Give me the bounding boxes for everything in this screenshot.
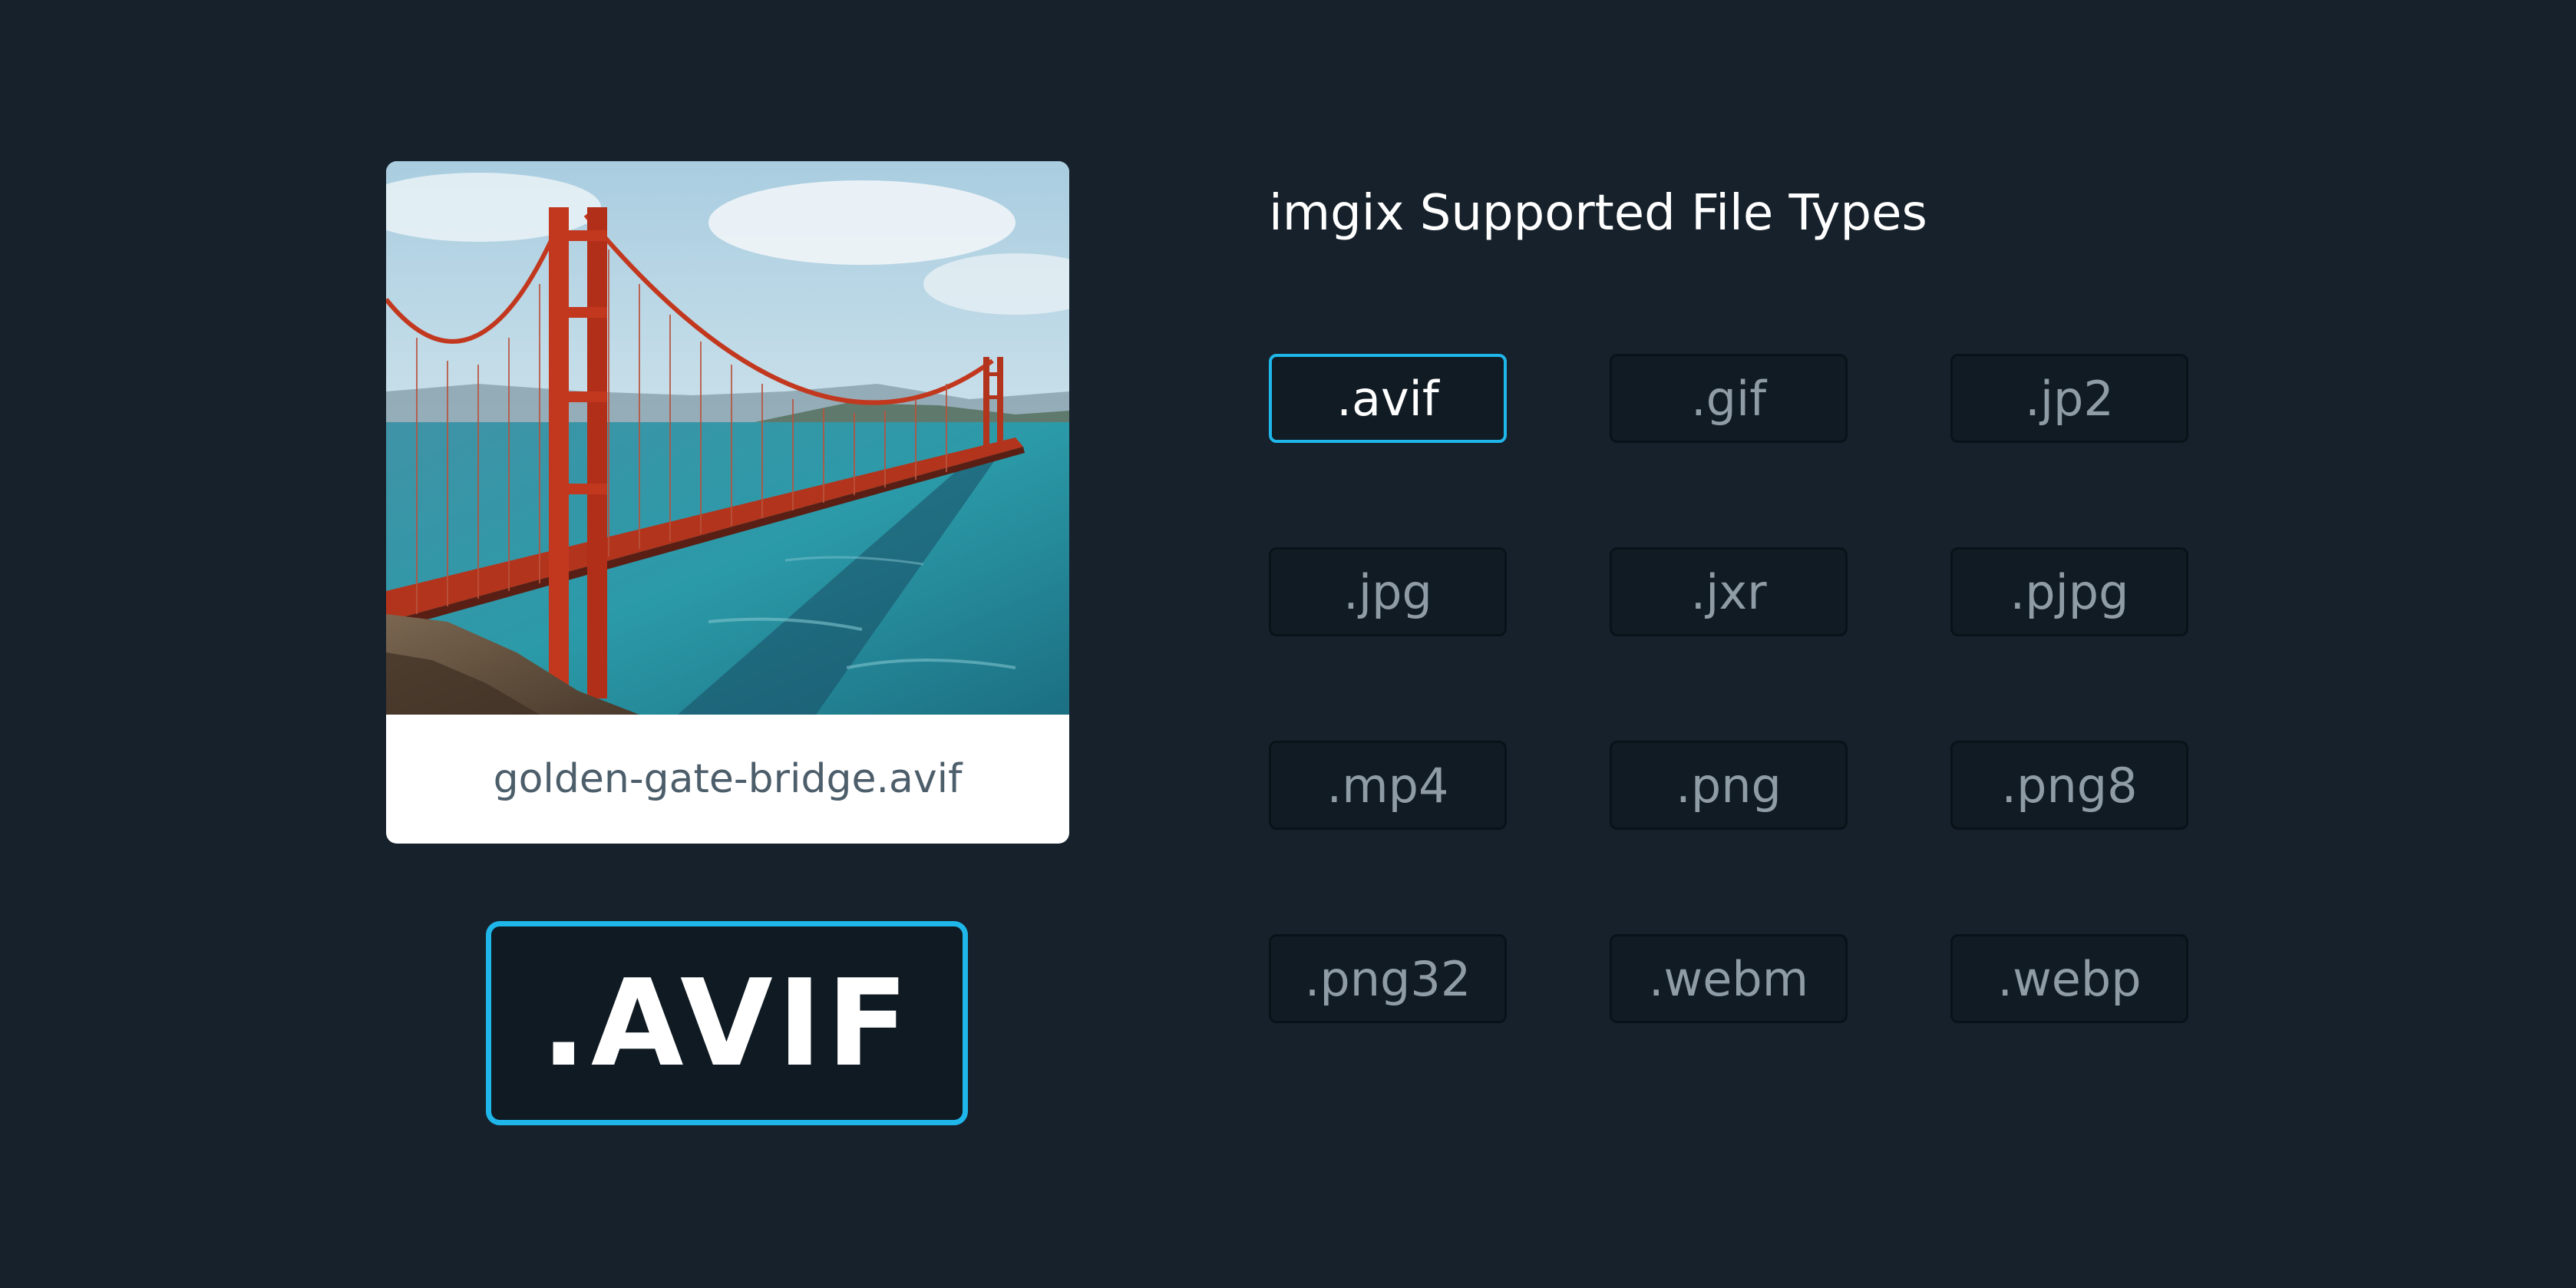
file-type-option-webm[interactable]: .webm	[1610, 934, 1848, 1023]
image-filename: golden-gate-bridge.avif	[493, 756, 963, 802]
file-type-option-gif[interactable]: .gif	[1610, 354, 1848, 443]
file-type-option-jxr[interactable]: .jxr	[1610, 547, 1848, 636]
file-type-option-png32[interactable]: .png32	[1269, 934, 1507, 1023]
file-type-option-webp[interactable]: .webp	[1950, 934, 2188, 1023]
file-type-grid: .avif .gif .jp2 .jpg .jxr .pjpg .mp4 .pn…	[1269, 354, 2190, 1023]
file-type-option-avif[interactable]: .avif	[1269, 354, 1507, 443]
file-type-option-png8[interactable]: .png8	[1950, 741, 2188, 830]
file-type-option-png[interactable]: .png	[1610, 741, 1848, 830]
file-type-option-jp2[interactable]: .jp2	[1950, 354, 2188, 443]
bridge-photo	[386, 161, 1069, 715]
canvas: golden-gate-bridge.avif .AVIF imgix Supp…	[0, 0, 2576, 1288]
page-title: imgix Supported File Types	[1269, 185, 1927, 242]
file-type-option-pjpg[interactable]: .pjpg	[1950, 547, 2188, 636]
image-preview-card: golden-gate-bridge.avif	[386, 161, 1069, 844]
selected-format-badge: .AVIF	[486, 921, 968, 1125]
file-type-option-jpg[interactable]: .jpg	[1269, 547, 1507, 636]
file-type-option-mp4[interactable]: .mp4	[1269, 741, 1507, 830]
